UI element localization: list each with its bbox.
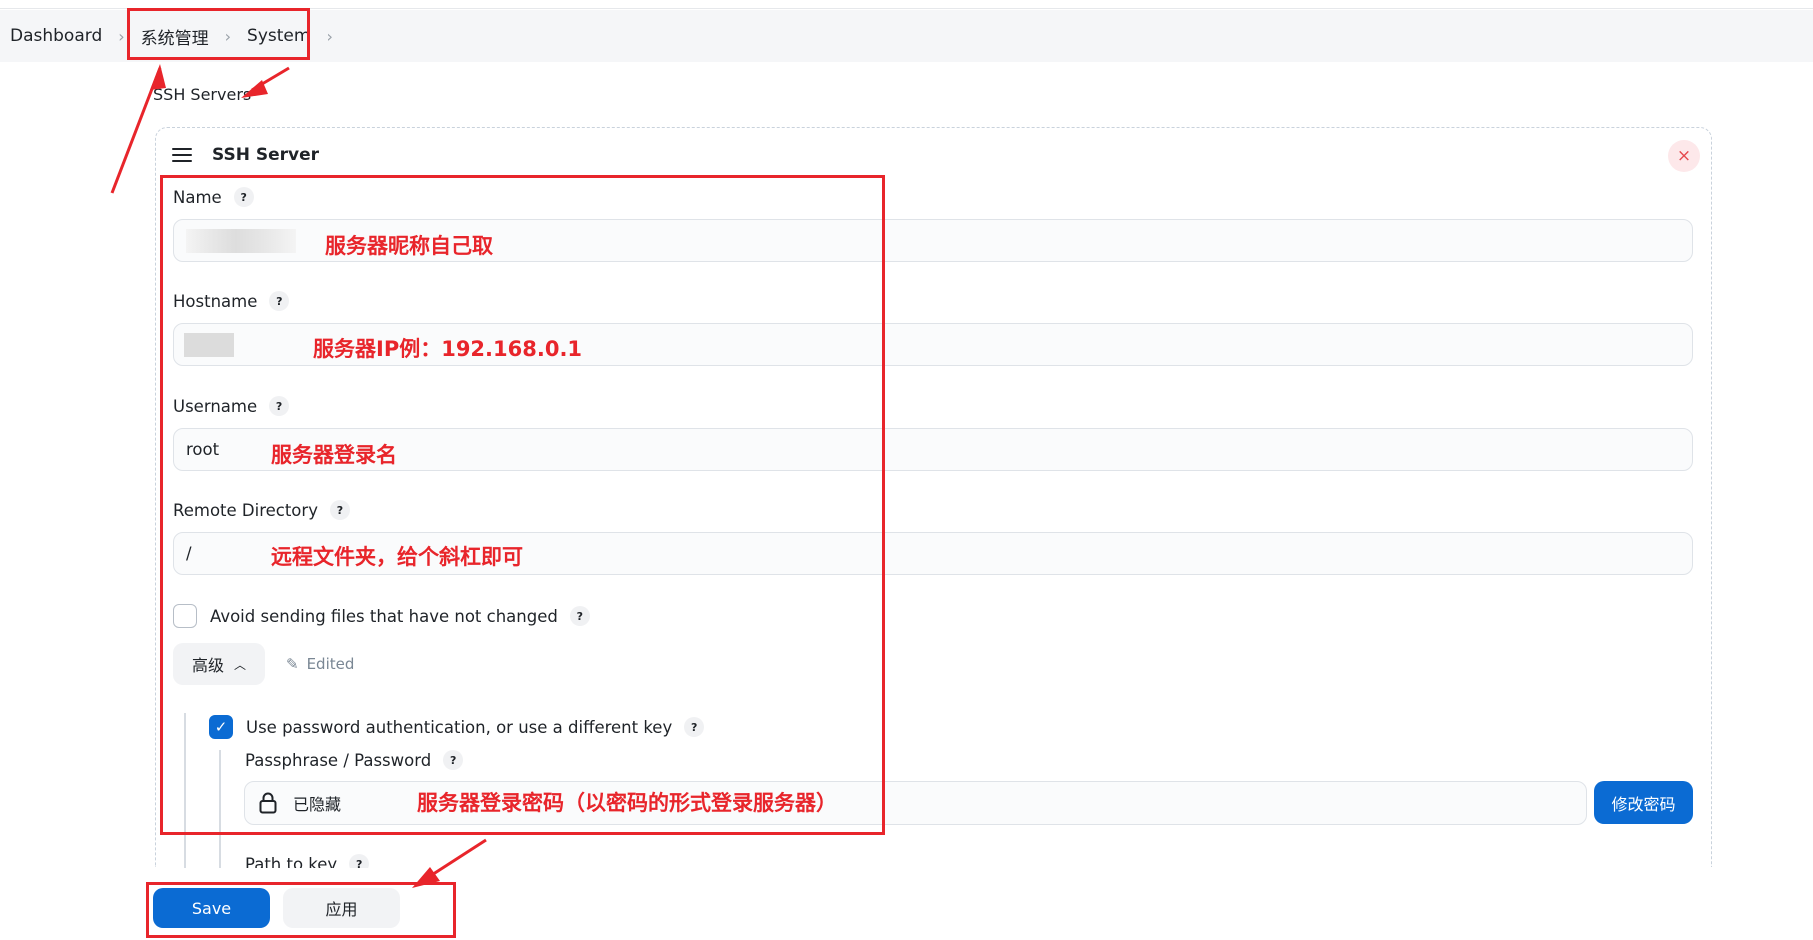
help-icon[interactable]: ? (269, 396, 290, 416)
advanced-toggle-button[interactable]: 高级 ︿ (173, 643, 265, 685)
help-icon[interactable]: ? (443, 750, 464, 770)
name-label-text: Name (173, 187, 222, 207)
close-button[interactable]: × (1668, 140, 1700, 172)
card-title: SSH Server (212, 145, 320, 165)
annotation-hostname: 服务器IP例：192.168.0.1 (313, 337, 583, 361)
chevron-up-icon: ︿ (234, 657, 247, 672)
advanced-indent-line (184, 713, 186, 868)
hostname-label: Hostname ? (173, 291, 290, 311)
chevron-right-icon: › (224, 26, 232, 46)
avoid-sending-checkbox[interactable] (173, 604, 197, 628)
change-password-button[interactable]: 修改密码 (1594, 781, 1693, 824)
action-bar (0, 868, 1813, 940)
apply-button[interactable]: 应用 (283, 888, 400, 928)
remote-directory-value: / (186, 544, 192, 563)
drag-handle-icon[interactable] (172, 148, 192, 162)
avoid-sending-label-text: Avoid sending files that have not change… (210, 606, 558, 626)
username-label-text: Username (173, 396, 258, 416)
help-icon[interactable]: ? (233, 187, 254, 207)
edited-indicator: ✎ Edited (286, 655, 354, 673)
top-strip (0, 0, 1813, 9)
username-input[interactable]: root (173, 428, 1693, 471)
redacted-value (184, 332, 234, 357)
breadcrumb-system[interactable]: System (247, 26, 310, 46)
section-title: SSH Servers (153, 85, 252, 104)
card-header: SSH Server (172, 145, 319, 165)
checkmark-icon: ✓ (214, 718, 228, 736)
save-button[interactable]: Save (153, 888, 270, 928)
passphrase-label-text: Passphrase / Password (245, 750, 432, 770)
pencil-icon: ✎ (286, 655, 299, 673)
help-icon[interactable]: ? (329, 500, 350, 520)
username-value: root (186, 440, 220, 459)
name-label: Name ? (173, 187, 254, 207)
breadcrumb: Dashboard › 系统管理 › System › (0, 10, 1813, 62)
password-indent-line (219, 750, 221, 868)
help-icon[interactable]: ? (684, 717, 705, 737)
lock-icon (259, 792, 277, 814)
help-icon[interactable]: ? (269, 291, 290, 311)
chevron-right-icon: › (326, 26, 333, 46)
arrow-to-section-title (251, 66, 290, 92)
avoid-sending-label: Avoid sending files that have not change… (210, 604, 590, 628)
remote-directory-label-text: Remote Directory (173, 500, 318, 520)
chevron-right-icon: › (118, 26, 125, 46)
password-auth-checkbox[interactable]: ✓ (209, 715, 233, 739)
remote-directory-label: Remote Directory ? (173, 500, 350, 520)
username-label: Username ? (173, 396, 290, 416)
annotation-remote-directory: 远程文件夹，给个斜杠即可 (271, 545, 523, 569)
annotation-password: 服务器登录密码（以密码的形式登录服务器） (417, 791, 837, 815)
password-auth-label-text: Use password authentication, or use a di… (246, 717, 673, 737)
breadcrumb-system-management[interactable]: 系统管理 (141, 24, 209, 49)
annotation-username: 服务器登录名 (271, 443, 397, 467)
passphrase-value: 已隐藏 (293, 795, 342, 814)
password-auth-label: Use password authentication, or use a di… (246, 715, 705, 739)
help-icon[interactable]: ? (569, 606, 590, 626)
edited-label: Edited (306, 655, 355, 673)
breadcrumb-dashboard[interactable]: Dashboard (10, 26, 102, 46)
redacted-value (186, 228, 296, 253)
advanced-label: 高级 (191, 656, 224, 675)
hostname-label-text: Hostname (173, 291, 258, 311)
passphrase-label: Passphrase / Password ? (245, 750, 464, 770)
annotation-name: 服务器昵称自己取 (325, 234, 493, 258)
